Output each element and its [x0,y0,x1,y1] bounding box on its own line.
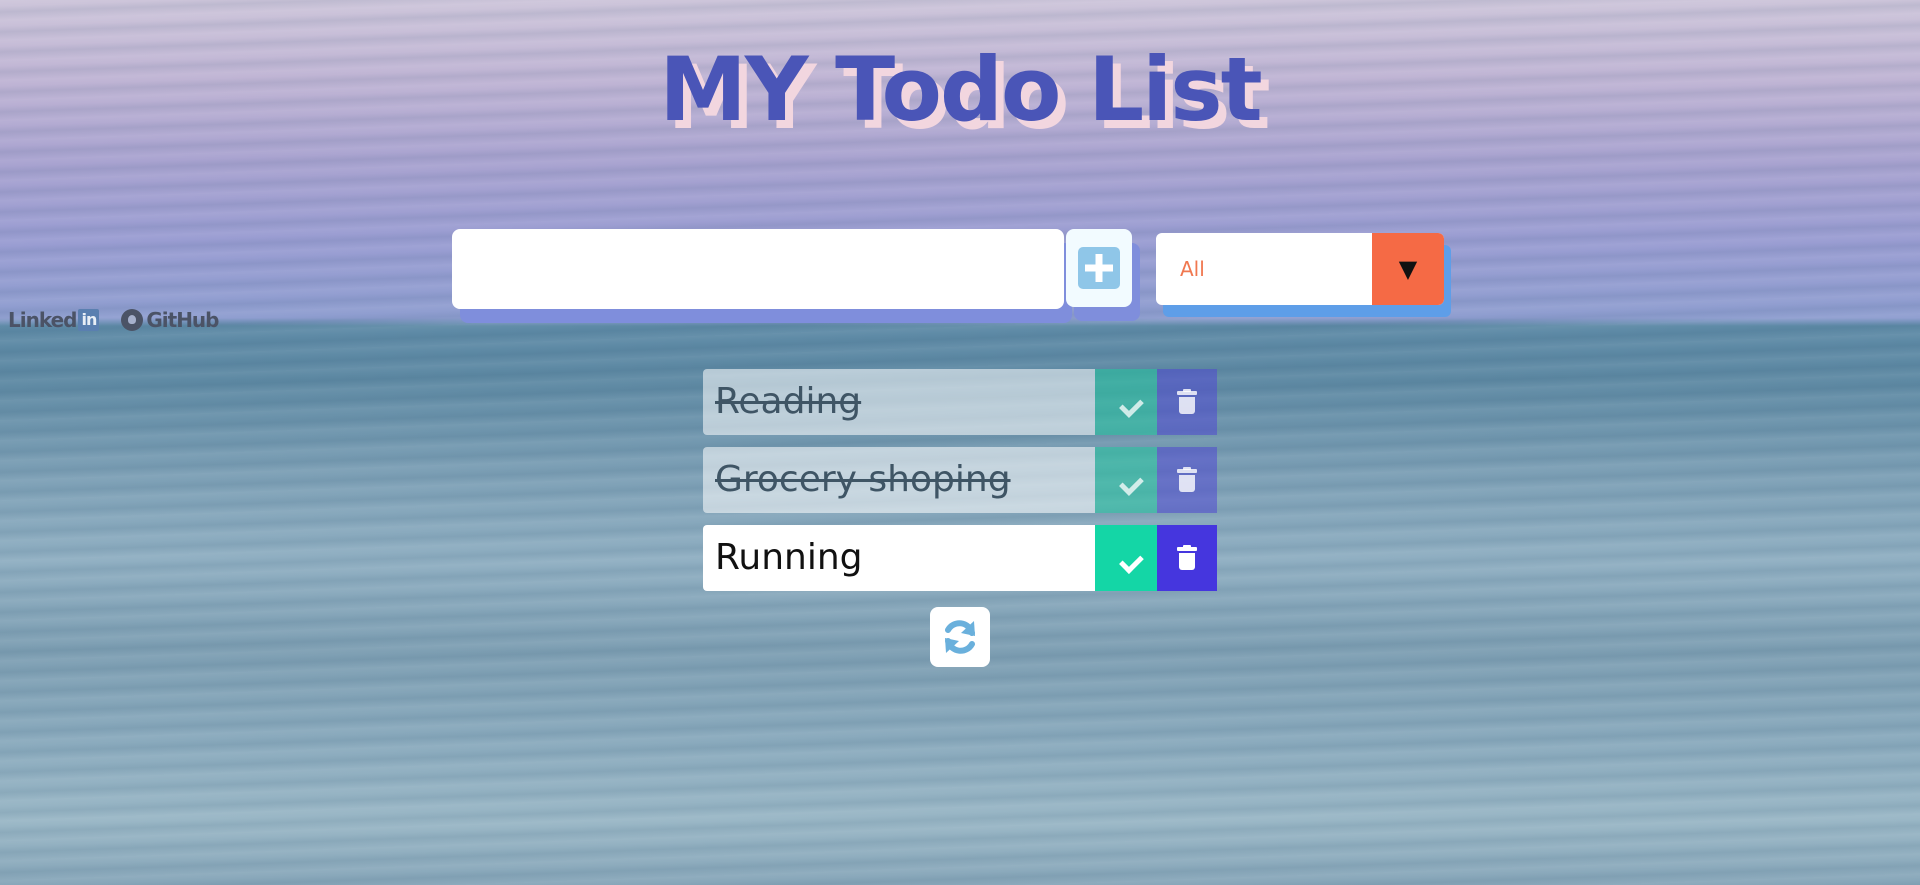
complete-button[interactable] [1095,525,1157,591]
social-links: Linked in GitHub [8,308,219,332]
page-title: MY Todo List [659,38,1262,141]
check-icon [1114,392,1138,412]
linkedin-text: Linked [8,308,77,332]
todo-item: Running [703,525,1217,591]
todo-list: Reading Grocery shoping Running [703,369,1217,603]
add-todo-button[interactable] [1066,229,1132,307]
complete-button[interactable] [1095,447,1157,513]
trash-icon [1177,545,1197,571]
delete-button[interactable] [1157,447,1217,513]
delete-button[interactable] [1157,525,1217,591]
todo-item-label: Grocery shoping [703,447,1095,513]
todo-input[interactable] [452,229,1064,309]
todo-item: Reading [703,369,1217,435]
filter-selected-value: All [1180,257,1205,281]
header: MY Todo List [0,38,1920,141]
linkedin-link[interactable]: Linked in [8,308,100,332]
refresh-icon [945,620,975,654]
check-icon [1114,548,1138,568]
github-link[interactable]: GitHub [121,308,219,332]
todo-item-label: Running [703,525,1095,591]
github-icon [121,309,144,331]
complete-button[interactable] [1095,369,1157,435]
todo-item: Grocery shoping [703,447,1217,513]
github-text: GitHub [146,308,219,332]
trash-icon [1177,389,1197,415]
refresh-button[interactable] [930,607,990,667]
todo-item-label: Reading [703,369,1095,435]
delete-button[interactable] [1157,369,1217,435]
check-icon [1114,470,1138,490]
filter-select[interactable]: All ▼ [1156,233,1444,305]
trash-icon [1177,467,1197,493]
chevron-down-icon[interactable]: ▼ [1372,233,1444,305]
plus-icon [1078,247,1120,289]
linkedin-icon: in [78,309,100,331]
